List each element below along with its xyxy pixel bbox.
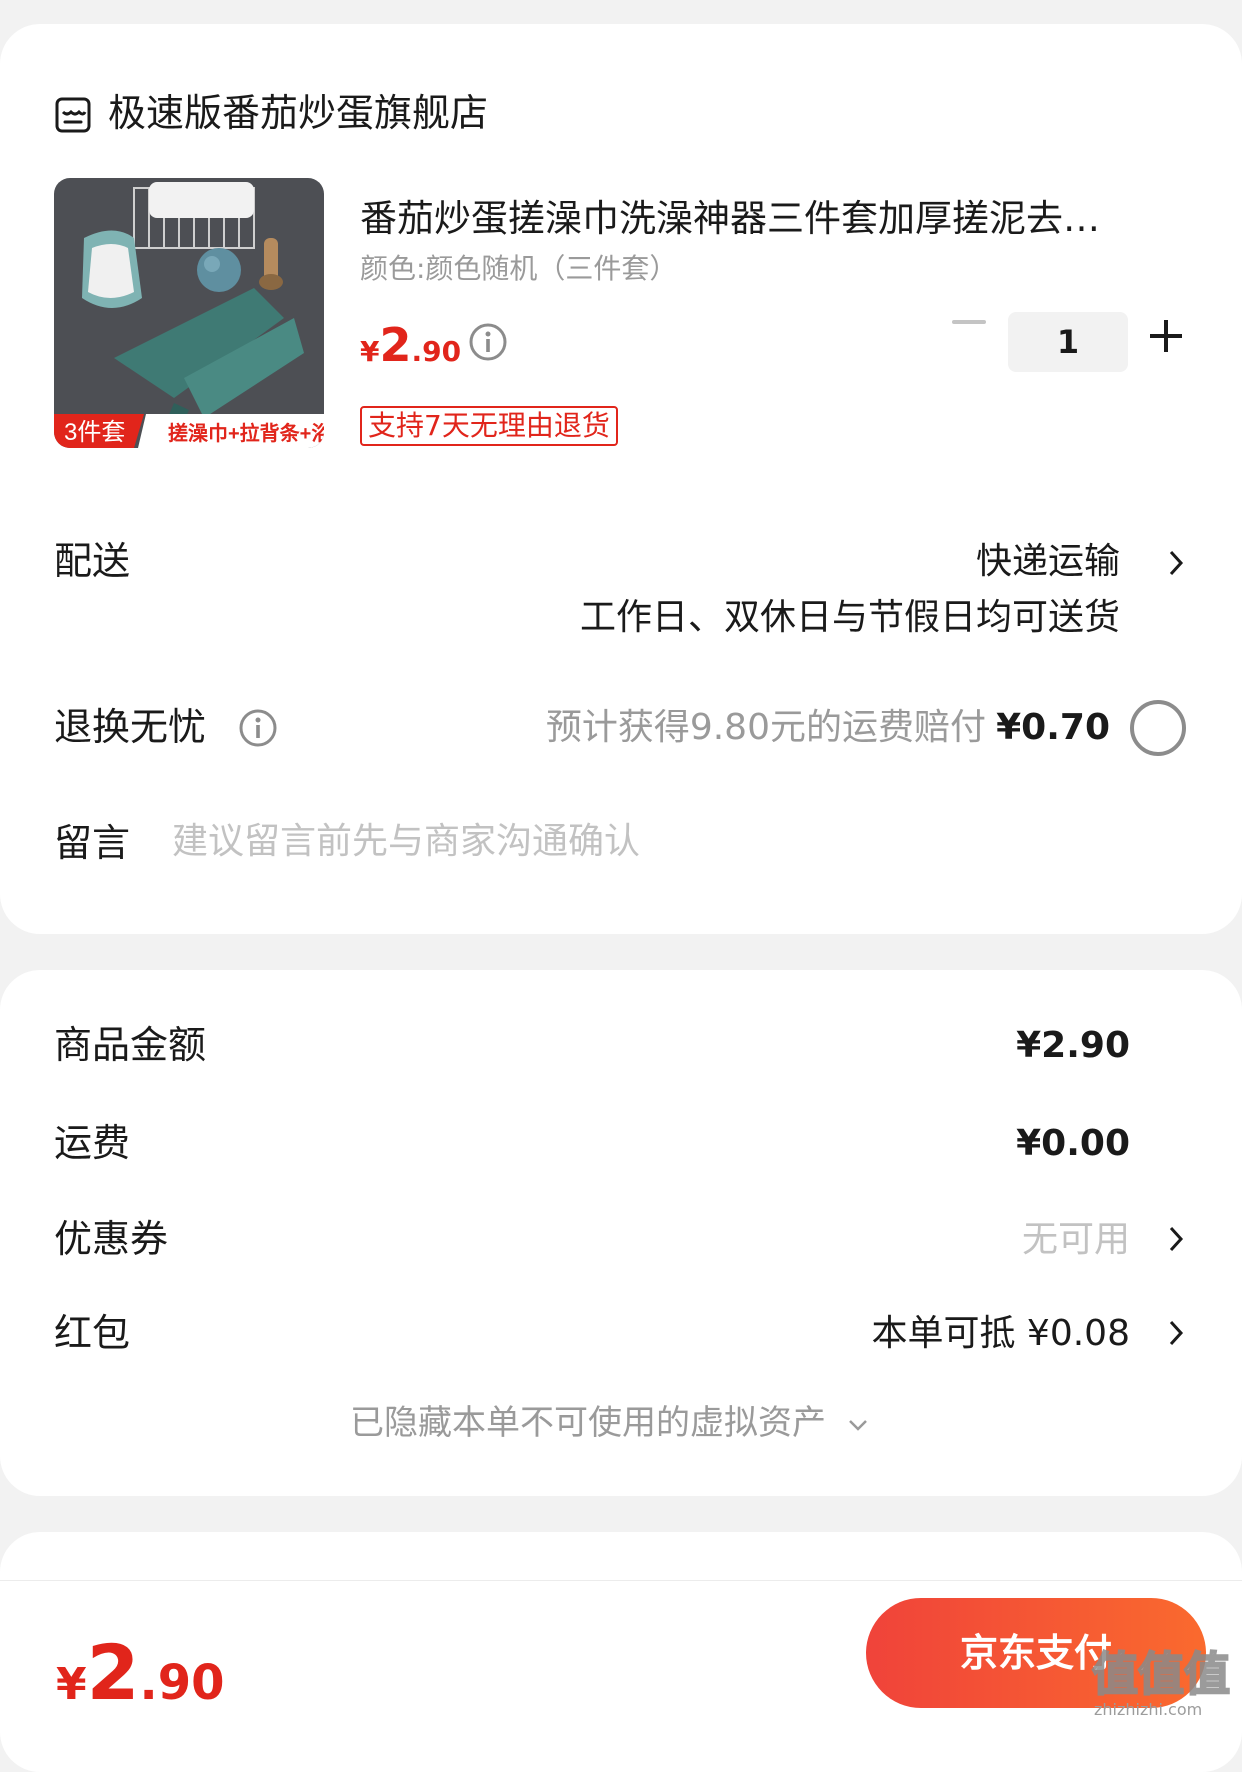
- shipping-fee-label: 运费: [54, 1121, 131, 1165]
- svg-text:值值值: 值值值: [1092, 1647, 1230, 1700]
- store-icon: [55, 97, 91, 133]
- price-integer: 2: [379, 318, 412, 372]
- chevron-right-icon[interactable]: [1166, 1318, 1186, 1348]
- total-decimal: .90: [139, 1655, 225, 1711]
- coupon-label: 优惠券: [54, 1217, 169, 1261]
- quantity-input[interactable]: 1: [1008, 312, 1128, 372]
- total-integer: 2: [86, 1628, 140, 1717]
- thumb-caption: 搓澡巾+拉背条+浴花: [168, 421, 324, 445]
- store-name[interactable]: 极速版番茄炒蛋旗舰店: [108, 90, 488, 136]
- price-info-icon[interactable]: [468, 322, 508, 362]
- chevron-right-icon[interactable]: [1166, 1224, 1186, 1254]
- return-worry-free-label: 退换无忧: [54, 705, 207, 749]
- chevron-right-icon[interactable]: [1166, 548, 1186, 578]
- goods-amount-value: ¥2.90: [1016, 1025, 1130, 1066]
- total-price: ¥2.90: [56, 1628, 225, 1717]
- return-policy-tag: 支持7天无理由退货: [360, 406, 618, 446]
- watermark-url: zhizhizhi.com: [1094, 1700, 1203, 1719]
- order-card: [0, 24, 1242, 934]
- goods-amount-label: 商品金额: [54, 1023, 207, 1067]
- product-thumbnail[interactable]: 3件套 搓澡巾+拉背条+浴花: [54, 178, 324, 448]
- return-info-icon[interactable]: [238, 708, 278, 748]
- red-packet-value[interactable]: 本单可抵 ¥0.08: [871, 1312, 1130, 1356]
- delivery-schedule: 工作日、双休日与节假日均可送货: [579, 597, 1120, 638]
- price-decimal: .90: [411, 335, 462, 368]
- price-currency: ¥: [360, 335, 380, 368]
- chevron-down-icon: [848, 1419, 867, 1431]
- delivery-label: 配送: [54, 539, 131, 583]
- product-title[interactable]: 番茄炒蛋搓澡巾洗澡神器三件套加厚搓泥去…: [360, 196, 1100, 242]
- message-input[interactable]: 建议留言前先与商家沟通确认: [172, 820, 640, 864]
- thumb-badge: 3件套: [64, 419, 125, 446]
- quantity-increase-button[interactable]: [1148, 318, 1184, 354]
- quantity-decrease-button[interactable]: [952, 320, 986, 324]
- red-packet-label: 红包: [54, 1311, 131, 1355]
- total-currency: ¥: [56, 1659, 87, 1710]
- return-worry-free-radio[interactable]: [1130, 700, 1186, 756]
- hidden-assets-label: 已隐藏本单不可使用的虚拟资产: [350, 1403, 826, 1443]
- shipping-fee-value: ¥0.00: [1016, 1123, 1130, 1164]
- return-worry-free-price: ¥0.70: [996, 707, 1110, 748]
- message-label: 留言: [54, 821, 131, 865]
- delivery-method[interactable]: 快递运输: [976, 540, 1120, 584]
- hidden-assets-toggle[interactable]: 已隐藏本单不可使用的虚拟资产: [350, 1402, 869, 1444]
- product-price: ¥2.90: [360, 318, 461, 372]
- watermark-logo: 值值值: [1091, 1646, 1231, 1700]
- coupon-value[interactable]: 无可用: [1022, 1218, 1130, 1262]
- product-spec[interactable]: 颜色:颜色随机（三件套）: [360, 252, 677, 286]
- compensation-estimate: 预计获得9.80元的运费赔付: [545, 707, 986, 748]
